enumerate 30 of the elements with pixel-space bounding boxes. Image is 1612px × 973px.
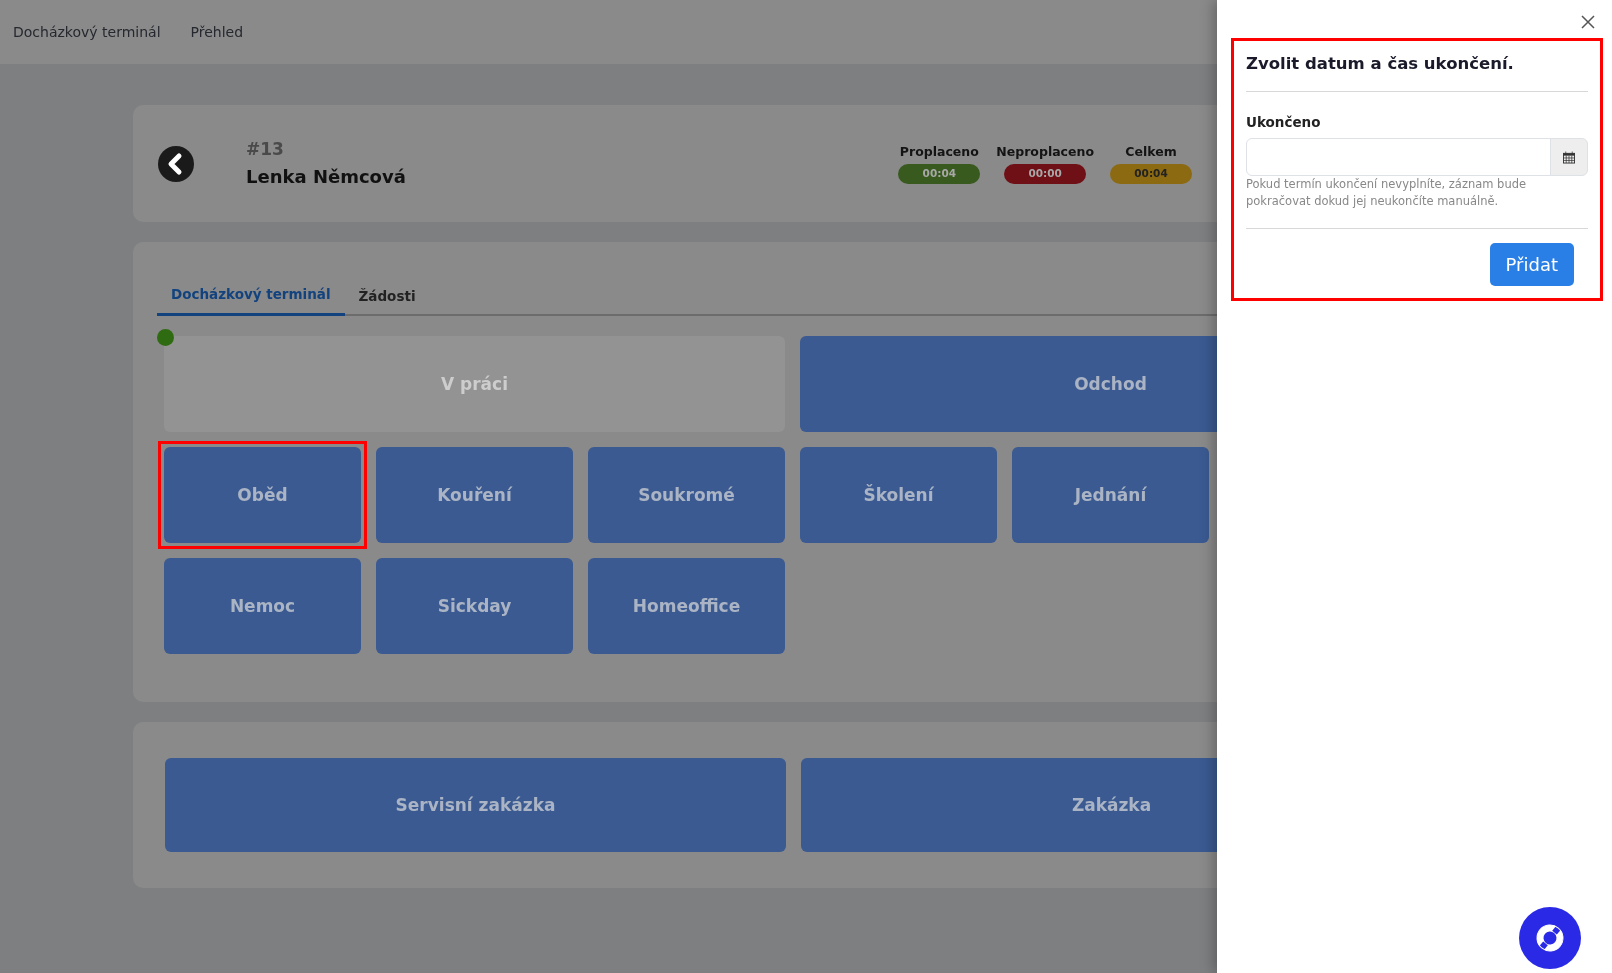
action-button[interactable]: Homeoffice [588,558,785,655]
action-button[interactable]: Oběd [164,447,361,544]
field-label: Ukončeno [1246,112,1322,132]
stat-label: Neproplaceno [996,143,1094,162]
time-pill: 00:04 [898,164,981,184]
panel-title: Zvolit datum a čas ukončení. [1246,53,1515,75]
back-icon[interactable] [158,145,194,182]
help-text: Pokud termín ukončení nevyplníte, záznam bude pokračovat dokud jej neukončíte manuálně. [1246,176,1528,211]
employee-number: #13 [246,138,285,162]
action-button[interactable]: Školení [800,447,997,544]
action-button[interactable]: Nemoc [164,558,361,655]
tab[interactable]: Žádosti [344,276,430,317]
employee-name: Lenka Němcová [246,164,406,189]
action-button[interactable]: Sickday [376,558,573,655]
action-button[interactable]: Kouření [376,447,573,544]
add-button[interactable]: Přidat [1489,242,1574,286]
lifebuoy-icon [1533,921,1567,955]
time-pill: 00:00 [1004,164,1087,184]
action-button[interactable]: Soukromé [588,447,785,544]
calendar-icon[interactable] [1563,150,1575,164]
tab[interactable]: Docházkový terminál [157,276,345,317]
nav-link[interactable]: Docházkový terminál [13,21,161,43]
stat-label: Celkem [1125,143,1177,162]
order-button[interactable]: Servisní zakázka [165,758,786,853]
stat-label: Proplaceno [899,143,979,162]
nav-link[interactable]: Přehled [190,21,244,43]
action-button[interactable]: Jednání [1012,447,1209,544]
close-button[interactable] [1580,14,1596,30]
time-pill: 00:04 [1110,164,1192,184]
date-time-field[interactable] [1246,138,1551,176]
